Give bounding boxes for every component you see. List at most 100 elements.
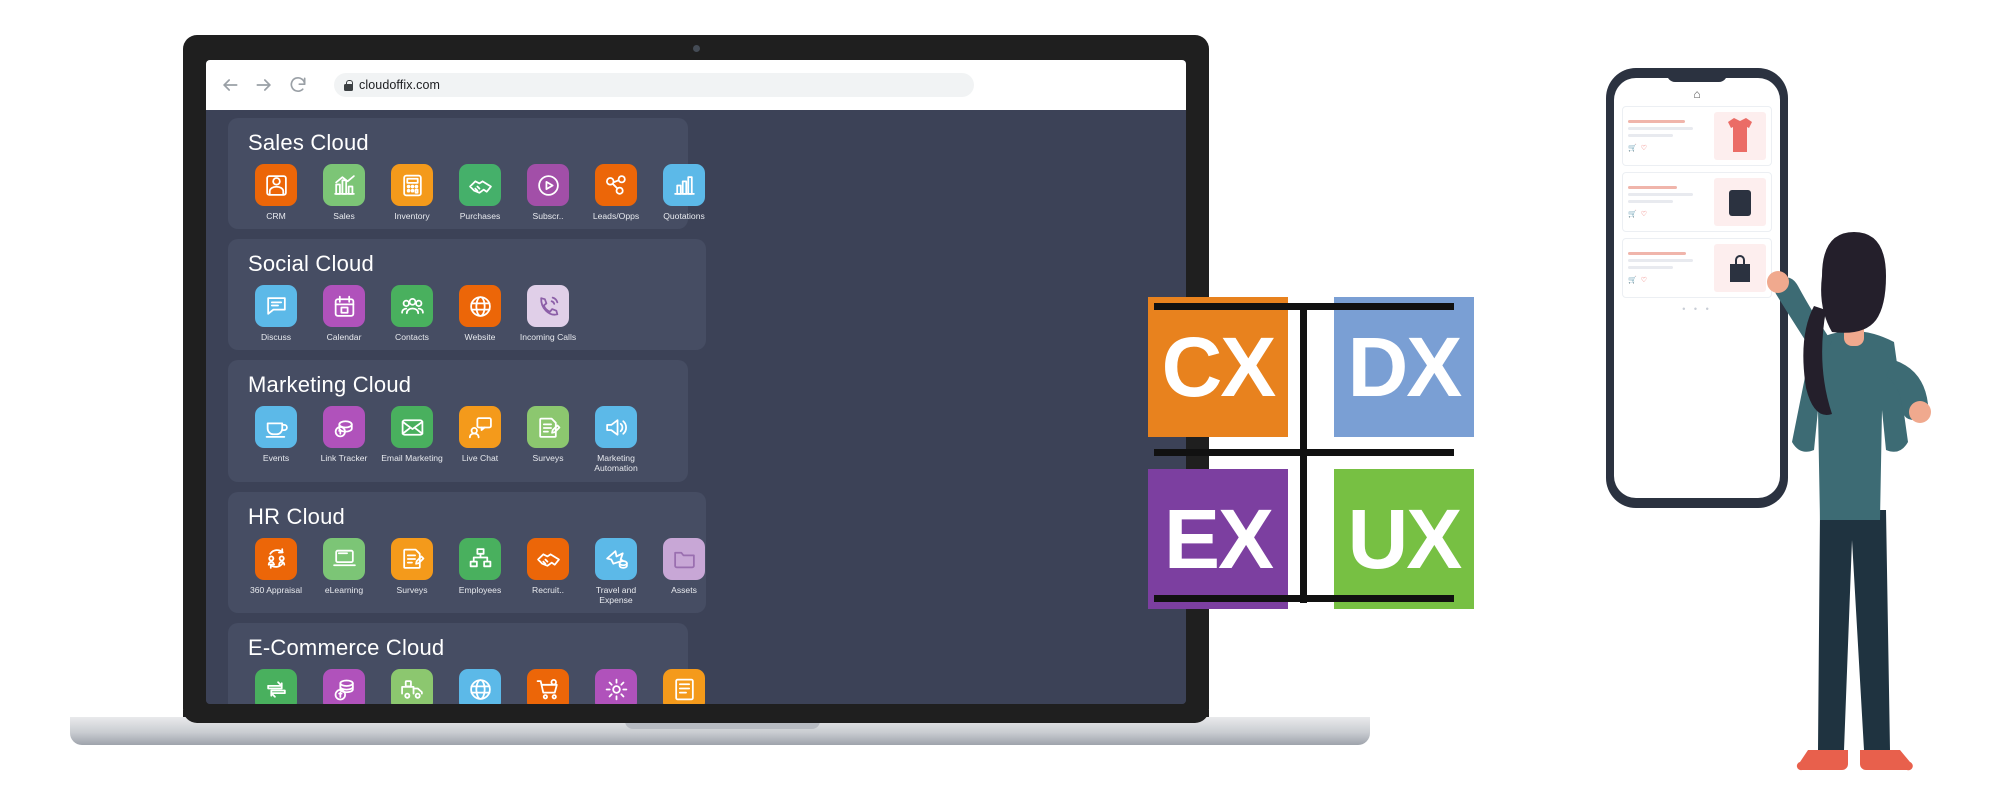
app-tile-label: Assets: [671, 584, 697, 595]
app-tile-label: Incoming Calls: [519, 332, 577, 343]
app-tile[interactable]: Surveys: [518, 406, 578, 473]
app-tile[interactable]: Subscr..: [518, 164, 578, 221]
url-text: cloudoffix.com: [359, 78, 441, 92]
price-list-icon[interactable]: [663, 668, 705, 704]
envelope-icon[interactable]: [391, 406, 433, 449]
shopping-cart-icon[interactable]: [527, 668, 569, 704]
app-tile-label: Quotations: [663, 211, 705, 221]
org-chart-icon[interactable]: [459, 537, 501, 580]
handshake-icon[interactable]: [459, 164, 501, 206]
reload-icon[interactable]: [288, 75, 308, 95]
appraisal-cycle-icon[interactable]: [255, 537, 297, 580]
laptop-icon[interactable]: [323, 537, 365, 580]
app-dashboard: Sales Cloud CRM Sales Inventory Purchases Sub…: [206, 110, 1186, 704]
leads-network-icon[interactable]: [595, 164, 637, 206]
product-thumbnail: [1714, 112, 1766, 160]
forward-arrow-icon[interactable]: [254, 75, 274, 95]
browser-toolbar: cloudoffix.com: [206, 60, 1186, 110]
app-tile[interactable]: Online/Offline Sales: [246, 668, 306, 704]
app-tile[interactable]: Payment Integration: [314, 668, 374, 704]
list-item[interactable]: 🛒 ♡: [1622, 238, 1772, 298]
app-tile[interactable]: Contacts: [382, 285, 442, 342]
app-tile[interactable]: Assets: [654, 537, 714, 605]
folder-icon[interactable]: [663, 537, 705, 580]
travel-expense-icon[interactable]: [595, 537, 637, 580]
list-item[interactable]: 🛒 ♡: [1622, 172, 1772, 232]
app-tile[interactable]: Purchases: [450, 164, 510, 221]
phone-ring-icon[interactable]: [527, 285, 569, 328]
globe-icon[interactable]: [459, 285, 501, 328]
app-tile[interactable]: Inventory: [382, 164, 442, 221]
list-item[interactable]: 🛒 ♡: [1622, 106, 1772, 166]
coins-dollar-icon[interactable]: [323, 668, 365, 704]
app-tile[interactable]: Web Site Builder: [450, 668, 510, 704]
survey-pen-icon[interactable]: [391, 537, 433, 580]
app-tile[interactable]: Quotations: [654, 164, 714, 221]
app-tile-label: Subscr..: [532, 211, 564, 221]
heart-icon: ♡: [1640, 211, 1647, 218]
app-tile[interactable]: Events: [246, 406, 306, 473]
app-tile[interactable]: Marketing Automation: [586, 406, 646, 473]
app-tile[interactable]: eLearning: [314, 537, 374, 605]
app-tile[interactable]: Shipping: [382, 668, 442, 704]
play-circle-icon[interactable]: [527, 164, 569, 206]
app-tile[interactable]: Surveys: [382, 537, 442, 605]
cloudoffix-logo: CX DX EX UX: [1148, 297, 1474, 609]
webcam-icon: [692, 45, 700, 52]
app-tile-label: Leads/Opps: [592, 211, 640, 221]
exchange-arrows-icon[interactable]: [255, 668, 297, 704]
app-tile[interactable]: 360 Appraisal: [246, 537, 306, 605]
app-tile-label: Employees: [458, 584, 502, 595]
app-tile[interactable]: Price Lists: [654, 668, 714, 704]
calendar-icon[interactable]: [323, 285, 365, 328]
survey-pen-icon[interactable]: [527, 406, 569, 449]
app-tile[interactable]: Sales: [314, 164, 374, 221]
phone-notch: [1667, 68, 1727, 82]
app-tile[interactable]: Products: [586, 668, 646, 704]
logo-quadrant-dx: DX: [1334, 297, 1474, 437]
handshake-icon[interactable]: [527, 537, 569, 580]
bar-chart-icon[interactable]: [663, 164, 705, 206]
delivery-van-icon[interactable]: [391, 668, 433, 704]
app-tile[interactable]: Discuss: [246, 285, 306, 342]
live-chat-icon[interactable]: [459, 406, 501, 449]
app-tile-label: Travel and Expense: [595, 584, 637, 605]
globe-icon[interactable]: [459, 668, 501, 704]
address-bar[interactable]: cloudoffix.com: [334, 73, 974, 97]
screenshot-root: cloudoffix.com Sales Cloud CRM Sales Invent…: [0, 0, 2000, 800]
chat-bubble-icon[interactable]: [255, 285, 297, 328]
app-tile[interactable]: Leads/Opps: [586, 164, 646, 221]
app-tile[interactable]: Travel and Expense: [586, 537, 646, 605]
carousel-dots[interactable]: • • •: [1622, 304, 1772, 314]
app-tile[interactable]: Calendar: [314, 285, 374, 342]
back-arrow-icon[interactable]: [220, 75, 240, 95]
user-card-icon[interactable]: [255, 164, 297, 206]
phone-screen: ⌂ 🛒 ♡ 🛒 ♡ 🛒 ♡ • • •: [1614, 78, 1780, 498]
app-tile[interactable]: Website: [450, 285, 510, 342]
app-tile-label: Live Chat: [461, 453, 499, 464]
app-tile[interactable]: Marketplace: [518, 668, 578, 704]
megaphone-icon[interactable]: [595, 406, 637, 449]
woman-illustration: [1767, 232, 1931, 771]
gear-icon[interactable]: [595, 668, 637, 704]
coffee-cup-icon[interactable]: [255, 406, 297, 449]
laptop-frame: cloudoffix.com Sales Cloud CRM Sales Invent…: [183, 35, 1209, 723]
app-tile[interactable]: Email Marketing: [381, 406, 443, 473]
app-tile[interactable]: Live Chat: [450, 406, 510, 473]
bar-growth-icon[interactable]: [323, 164, 365, 206]
lock-icon: [344, 79, 353, 91]
app-tile-label: Surveys: [532, 453, 564, 464]
link-coins-icon[interactable]: [323, 406, 365, 449]
heart-icon: ♡: [1640, 277, 1647, 284]
home-icon[interactable]: ⌂: [1622, 88, 1772, 100]
app-tile[interactable]: Recruit..: [518, 537, 578, 605]
app-tile[interactable]: Employees: [450, 537, 510, 605]
app-tile[interactable]: Link Tracker: [314, 406, 374, 473]
calculator-icon[interactable]: [391, 164, 433, 206]
app-tile-label: Discuss: [260, 332, 292, 343]
app-tile[interactable]: CRM: [246, 164, 306, 221]
app-tile[interactable]: Incoming Calls: [518, 285, 578, 342]
product-thumbnail: [1714, 178, 1766, 226]
group-people-icon[interactable]: [391, 285, 433, 328]
cart-icon: 🛒: [1628, 145, 1637, 152]
